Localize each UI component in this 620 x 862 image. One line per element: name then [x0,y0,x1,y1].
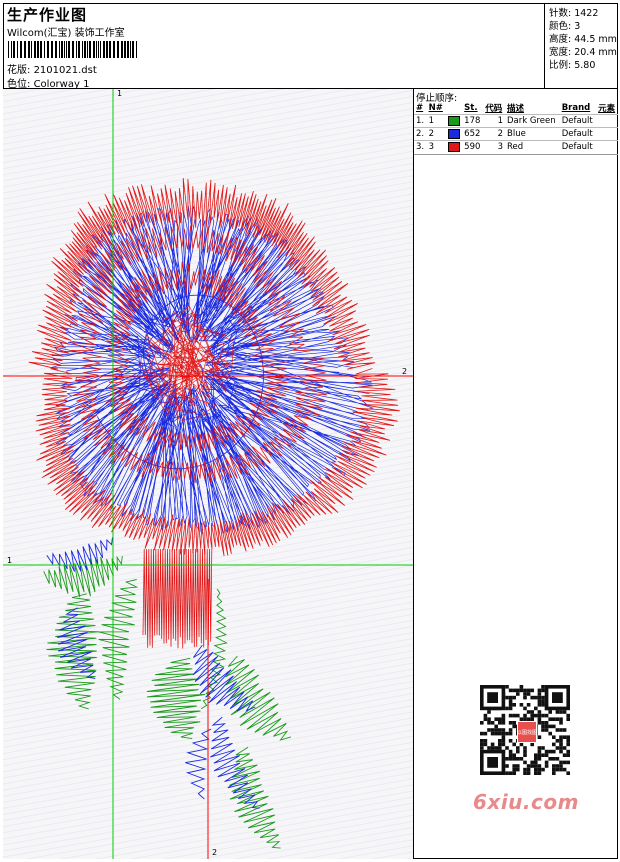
watermark-text: 6xiu.com [473,790,579,814]
barcode [8,41,137,58]
guide-label-h2: 2 [402,367,407,376]
stitch-count: 针数: 1422 [549,8,599,19]
color-row: 3. 3 590 3 Red Default [414,140,618,154]
row-code: 2 [497,129,504,139]
row-swatch [446,128,463,141]
col-header-swatch [446,101,463,115]
color-count: 颜色: 3 [549,21,581,32]
row-num: 2. [416,129,425,139]
design-scale: 比例: 5.80 [549,60,596,71]
colorway-line: 色位: Colorway 1 [7,75,89,90]
row-stitches: 590 [464,142,481,152]
stats-panel: 针数: 1422 颜色: 3 高度: 44.5 mm 宽度: 20.4 mm 比… [545,3,618,88]
color-swatch [447,141,460,152]
color-row: 2. 2 652 2 Blue Default [414,127,618,141]
qr-label: 以图找图 [517,729,537,736]
row-swatch [446,141,463,154]
row-brand: Default [561,129,593,139]
row-brand: Default [561,116,593,126]
col-header-desc: 描述 [507,103,525,114]
page-title: 生产作业图 [7,6,88,24]
row-needle: 2 [428,129,435,139]
row-desc: Red [507,142,524,152]
col-header-brand: Brand [561,102,591,113]
row-stitches: 178 [464,116,481,126]
design-height: 高度: 44.5 mm [549,34,617,45]
row-element [596,141,618,154]
guide-label-v2: 2 [212,848,217,857]
color-swatch [447,115,460,126]
col-header-element: 元素 [598,103,616,114]
row-num: 1. [416,116,425,126]
green-stitches [43,555,292,849]
design-line: 花版: 2101021.dst [7,61,97,76]
col-header-code: 代码 [485,103,503,114]
embroidery-canvas: 1 2 1 2 [3,89,414,859]
col-header-n: N# [428,102,443,113]
row-element [596,115,618,128]
row-desc: Dark Green [507,116,556,126]
col-header-stitches: St. [464,102,478,113]
row-num: 3. [416,142,425,152]
header: 生产作业图 Wilcom(汇宝) 装饰工作室 花版: 2101021.dst 色… [3,3,618,90]
company-name: Wilcom(汇宝) 装饰工作室 [7,28,125,39]
color-table: # N# St. 代码 描述 Brand 元素 1. 1 178 1 Dark Gree… [414,101,618,153]
color-swatch [447,128,460,139]
row-needle: 3 [428,142,435,152]
col-header-num: # [416,102,424,113]
row-needle: 1 [428,116,435,126]
header-info: 生产作业图 Wilcom(汇宝) 装饰工作室 花版: 2101021.dst 色… [3,3,545,90]
guide-label-h1: 1 [7,556,12,565]
row-stitches: 652 [464,129,481,139]
panel-divider [414,154,618,155]
row-code: 3 [497,142,504,152]
design-width: 宽度: 20.4 mm [549,47,617,58]
qr-code: 以图找图 [470,681,582,781]
row-brand: Default [561,142,593,152]
row-element [596,128,618,141]
row-swatch [446,115,463,128]
guide-label-v1: 1 [117,89,122,98]
row-desc: Blue [507,129,526,139]
row-code: 1 [497,116,504,126]
embroidery-preview: 1 2 1 2 [3,89,413,859]
color-row: 1. 1 178 1 Dark Green Default [414,114,618,128]
